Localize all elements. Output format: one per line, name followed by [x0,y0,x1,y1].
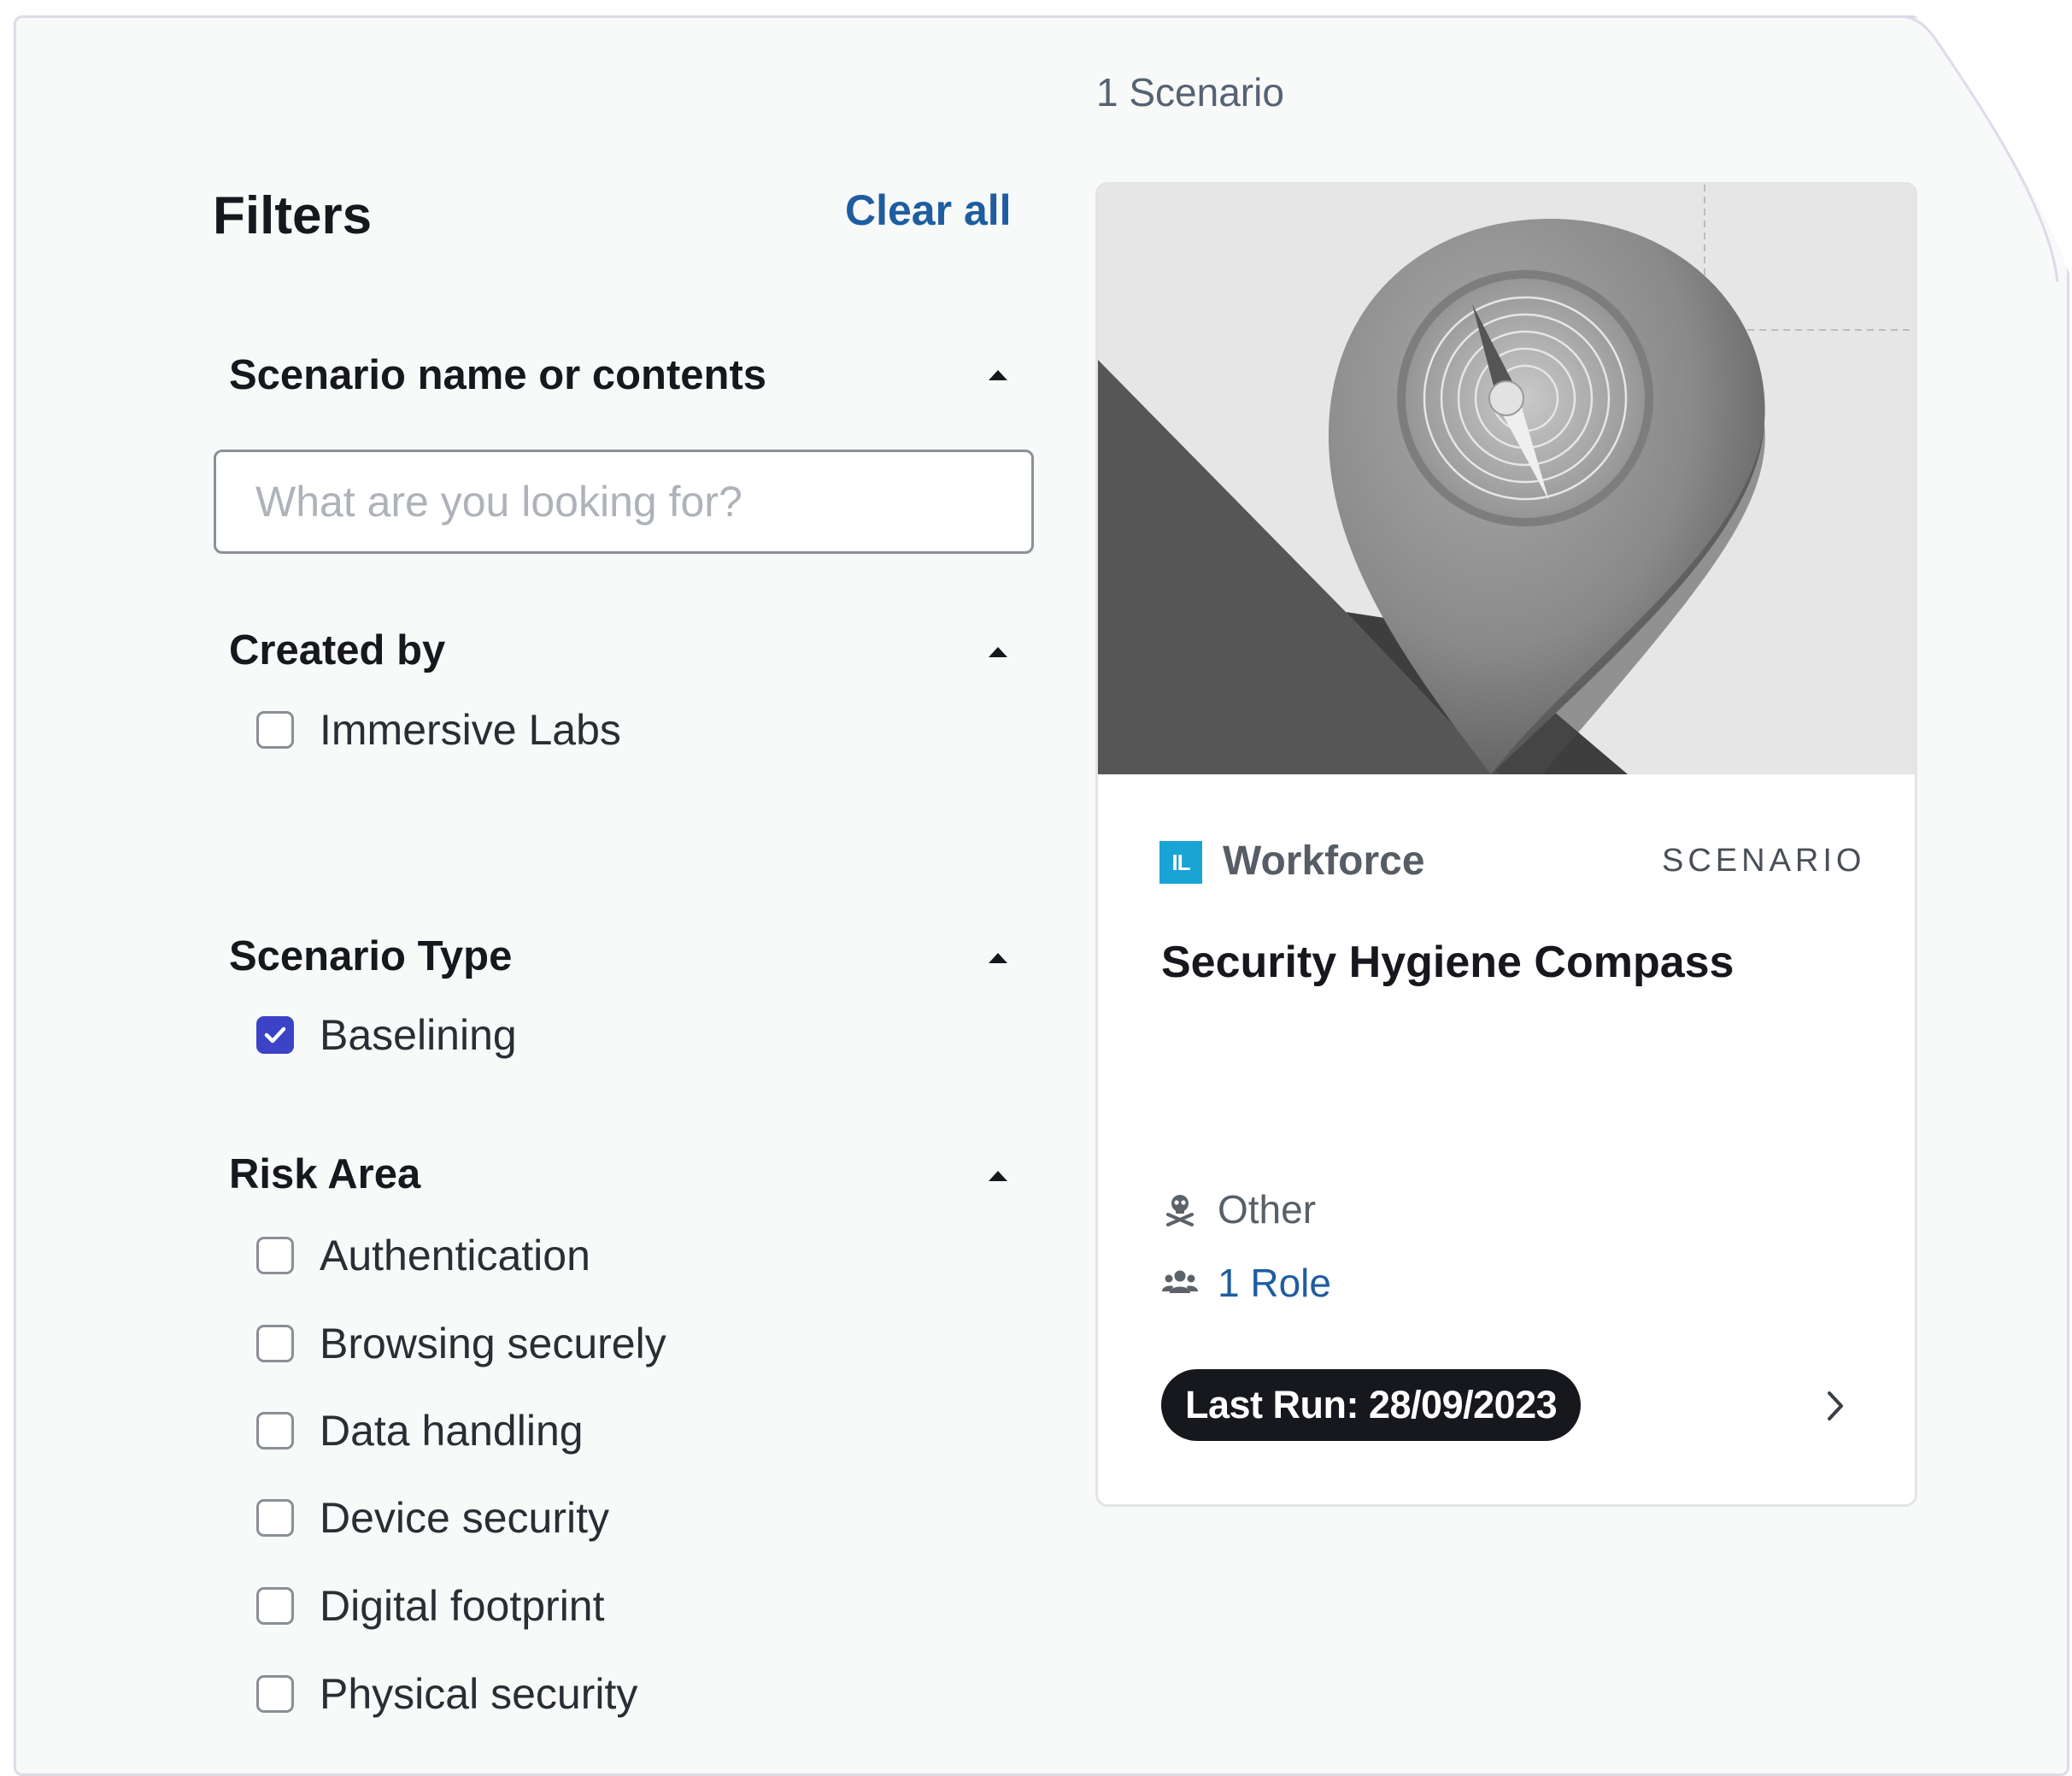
scenario-type-section-title: Scenario Type [229,933,513,979]
checkmark-icon [264,1026,286,1044]
checkbox-checked[interactable] [256,1016,294,1054]
checkbox-label: Digital footprint [320,1582,605,1630]
checkbox[interactable] [256,1587,294,1625]
risk-area-option-physical-security[interactable]: Physical security [256,1668,637,1720]
checkbox-label: Browsing securely [320,1320,666,1367]
scenario-roles[interactable]: 1 Role [1161,1260,1331,1306]
scenario-category: Other [1161,1186,1316,1232]
category-label: Other [1218,1187,1317,1232]
results-count: 1 Scenario [1096,70,1284,115]
filter-panel-window: 1 Scenario Filters Clear all Scenario na… [14,15,2069,1776]
scenario-title[interactable]: Security Hygiene Compass [1161,937,1734,988]
checkbox-label: Baselining [320,1011,517,1059]
scenario-search-input[interactable] [214,450,1034,554]
risk-area-collapse-icon[interactable] [989,1171,1007,1181]
users-icon [1162,1270,1198,1293]
risk-area-option-authentication[interactable]: Authentication [256,1230,590,1281]
checkbox[interactable] [256,1499,294,1537]
scenario-card[interactable]: IL Workforce SCENARIO Security Hygiene C… [1095,182,1917,1507]
compass-map-pin-image [1098,185,1915,774]
workforce-logo-icon: IL [1159,841,1202,884]
checkbox[interactable] [256,1412,294,1450]
checkbox-label: Authentication [320,1232,590,1279]
created-by-section-title: Created by [229,627,446,673]
checkbox[interactable] [256,1675,294,1713]
checkbox-label: Physical security [320,1670,638,1718]
checkbox[interactable] [256,1325,294,1362]
scenario-type-collapse-icon[interactable] [989,953,1007,963]
checkbox[interactable] [256,711,294,749]
content-type-label: SCENARIO [1662,843,1866,879]
created-by-collapse-icon[interactable] [989,647,1007,657]
risk-area-option-data-handling[interactable]: Data handling [256,1405,584,1456]
created-by-option-immersive-labs[interactable]: Immersive Labs [256,704,621,756]
skull-crossbones-icon [1166,1195,1194,1226]
search-section-collapse-icon[interactable] [989,370,1007,380]
clear-all-link[interactable]: Clear all [845,185,1012,235]
checkbox-label: Data handling [320,1407,584,1455]
filters-title: Filters [213,186,373,245]
brand-name: Workforce [1223,838,1425,884]
search-section-title: Scenario name or contents [229,352,767,398]
checkbox-label: Immersive Labs [320,706,621,754]
risk-area-option-browsing-securely[interactable]: Browsing securely [256,1318,666,1369]
checkbox-label: Device security [320,1494,609,1542]
last-run-badge: Last Run: 28/09/2023 [1161,1369,1582,1441]
scenario-type-option-baselining[interactable]: Baselining [256,1009,517,1061]
roles-link[interactable]: 1 Role [1218,1260,1331,1306]
risk-area-section-title: Risk Area [229,1151,421,1197]
risk-area-option-device-security[interactable]: Device security [256,1492,609,1544]
checkbox[interactable] [256,1237,294,1274]
risk-area-option-digital-footprint[interactable]: Digital footprint [256,1580,605,1632]
chevron-right-icon[interactable] [1817,1385,1855,1427]
